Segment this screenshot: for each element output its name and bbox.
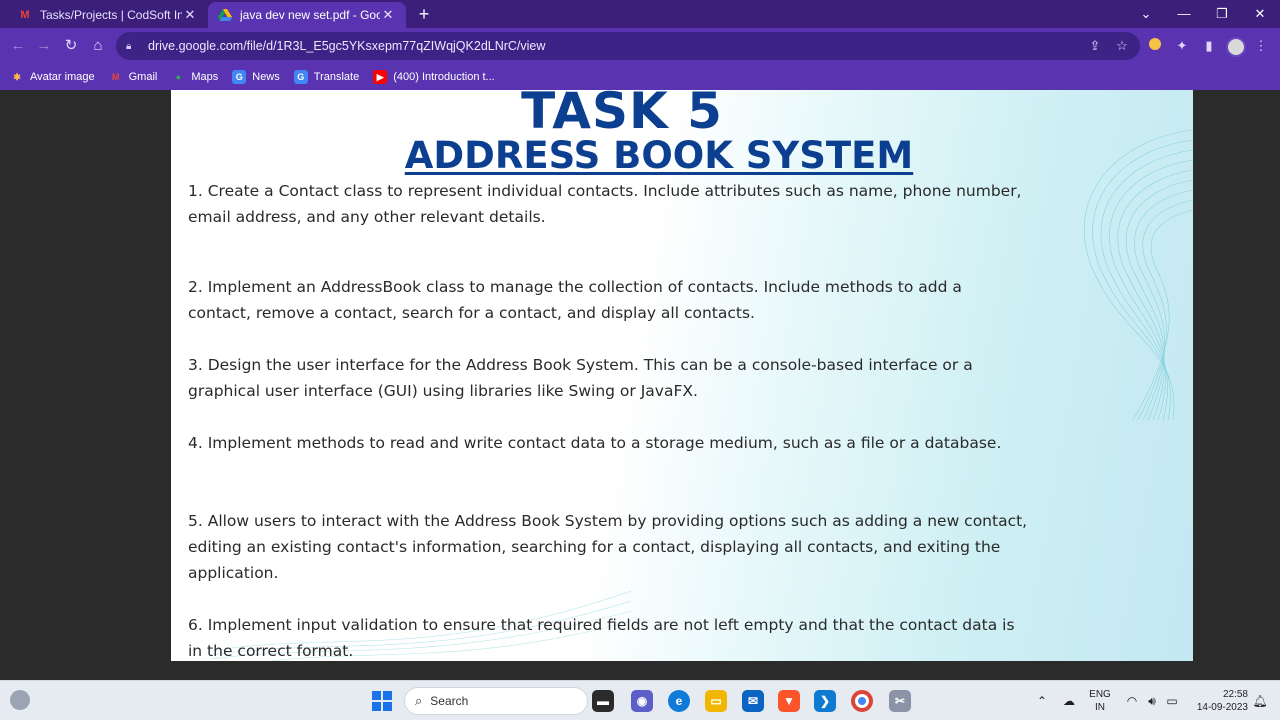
lock-icon: 🔒︎ [126, 40, 132, 52]
teams-chat-icon[interactable]: ◉ [631, 690, 653, 712]
language-code: ENG [1089, 689, 1111, 700]
home-button[interactable]: ⌂ [88, 36, 108, 56]
tab-title: java dev new set.pdf - Google Dr [240, 8, 380, 22]
bookmark-label: News [252, 71, 280, 83]
menu-kebab-icon[interactable]: ⋮ [1251, 36, 1271, 56]
reload-button[interactable]: ↻ [61, 36, 81, 56]
gmail-icon: M [20, 9, 30, 21]
extension-badge-icon[interactable] [1145, 36, 1165, 56]
task-item-6: 6. Implement input validation to ensure … [188, 616, 1015, 660]
tab-codsoft[interactable]: M Tasks/Projects | CodSoft Internsh ✕ [8, 2, 208, 28]
tab-java-dev-pdf[interactable]: java dev new set.pdf - Google Dr ✕ [208, 2, 406, 28]
snipping-tool-icon[interactable]: ✂ [889, 690, 911, 712]
bookmark-label: (400) Introduction t... [393, 71, 495, 83]
tab-title: Tasks/Projects | CodSoft Internsh [40, 8, 182, 22]
back-button[interactable]: ← [8, 36, 28, 56]
close-window-button[interactable]: ✕ [1242, 4, 1278, 24]
task-item-5: 5. Allow users to interact with the Addr… [188, 512, 1028, 582]
weather-icon[interactable] [10, 690, 30, 710]
vscode-icon[interactable]: ❯ [814, 690, 836, 712]
bookmark-star-icon[interactable]: ☆ [1112, 36, 1132, 56]
bookmark-maps[interactable]: ● Maps [171, 70, 219, 84]
url-text: drive.google.com/file/d/1R3L_E5gc5YKsxep… [148, 39, 546, 53]
translate-icon: G [293, 70, 308, 84]
chevron-up-icon[interactable]: ⌃ [1034, 693, 1050, 709]
task-item-2: 2. Implement an AddressBook class to man… [188, 278, 962, 322]
language-indicator[interactable]: ENG IN [1088, 688, 1112, 714]
taskbar-search[interactable]: ⌕ Search [404, 687, 588, 715]
profile-avatar[interactable] [1226, 37, 1246, 57]
news-icon: G [232, 70, 247, 84]
youtube-icon: ▶ [373, 70, 388, 84]
mail-icon[interactable]: ✉ [742, 690, 764, 712]
notifications-icon[interactable]: 🔔︎ [1252, 693, 1268, 709]
maps-icon: ● [175, 72, 182, 82]
chrome-icon[interactable] [851, 690, 873, 712]
file-manager-icon[interactable]: ▬ [592, 690, 614, 712]
new-tab-button[interactable]: + [414, 4, 434, 24]
task-item-4: 4. Implement methods to read and write c… [188, 434, 1002, 452]
bookmark-youtube[interactable]: ▶ (400) Introduction t... [373, 70, 495, 84]
tab-search-chevron-icon[interactable]: ⌄ [1128, 4, 1164, 24]
brave-icon[interactable]: ▼ [778, 690, 800, 712]
side-panel-icon[interactable]: ▮ [1199, 36, 1219, 56]
decorative-swirl [1083, 129, 1193, 420]
region-code: IN [1095, 702, 1105, 713]
gmail-icon: M [111, 72, 120, 82]
forward-button[interactable]: → [34, 36, 54, 56]
browser-toolbar: ← → ↻ ⌂ 🔒︎ drive.google.com/file/d/1R3L_… [0, 28, 1280, 64]
onedrive-icon[interactable]: ☁ [1061, 693, 1077, 709]
clock-time: 22:58 [1222, 689, 1248, 700]
bookmark-label: Avatar image [30, 71, 95, 83]
volume-icon[interactable]: 🔊︎ [1144, 693, 1160, 709]
search-label: Search [430, 694, 469, 708]
start-button[interactable] [372, 691, 392, 711]
clock-date: 14-09-2023 [1196, 702, 1248, 713]
clock[interactable]: 22:58 14-09-2023 [1184, 688, 1248, 714]
extensions-puzzle-icon[interactable]: ✦ [1172, 36, 1192, 56]
pdf-page: TASK 5 ADDRESS BOOK SYSTEM 1. Create a C… [171, 90, 1193, 661]
pdf-viewer[interactable]: TASK 5 ADDRESS BOOK SYSTEM 1. Create a C… [0, 90, 1280, 680]
wifi-icon[interactable]: ◠ [1124, 693, 1140, 709]
bookmark-gmail[interactable]: M Gmail [109, 70, 158, 84]
bookmark-news[interactable]: G News [232, 70, 280, 84]
task-item-1: 1. Create a Contact class to represent i… [188, 182, 1022, 226]
search-icon: ⌕ [415, 693, 423, 708]
task-item-3: 3. Design the user interface for the Add… [188, 356, 973, 400]
bookmark-translate[interactable]: G Translate [293, 70, 360, 84]
tab-strip: M Tasks/Projects | CodSoft Internsh ✕ ja… [0, 0, 1280, 28]
google-drive-icon [218, 8, 232, 22]
bookmark-label: Translate [313, 71, 360, 83]
document-subtitle: ADDRESS BOOK SYSTEM [404, 134, 914, 177]
close-icon[interactable]: ✕ [182, 7, 198, 23]
battery-icon[interactable]: ▭ [1164, 693, 1180, 709]
edge-icon[interactable]: e [668, 690, 690, 712]
bookmarks-bar: ✱ Avatar image M Gmail ● Maps G News G T… [0, 64, 1280, 90]
file-explorer-icon[interactable]: ▭ [705, 690, 727, 712]
avatar-icon: ✱ [13, 71, 21, 82]
document-title: TASK 5 [521, 90, 723, 140]
restore-button[interactable]: ❐ [1204, 4, 1240, 24]
windows-taskbar: ⌕ Search ▬ ◉ e ▭ ✉ ▼ ❯ ✂ ⌃ ☁ ENG IN ◠ 🔊︎… [0, 680, 1280, 720]
bookmark-label: Gmail [128, 71, 158, 83]
bookmark-label: Maps [191, 71, 219, 83]
bookmark-avatar-image[interactable]: ✱ Avatar image [10, 70, 95, 84]
share-icon[interactable]: ⇪ [1085, 36, 1105, 56]
minimize-button[interactable]: — [1166, 4, 1202, 24]
address-bar[interactable]: 🔒︎ drive.google.com/file/d/1R3L_E5gc5YKs… [116, 32, 1140, 60]
close-icon[interactable]: ✕ [380, 7, 396, 23]
